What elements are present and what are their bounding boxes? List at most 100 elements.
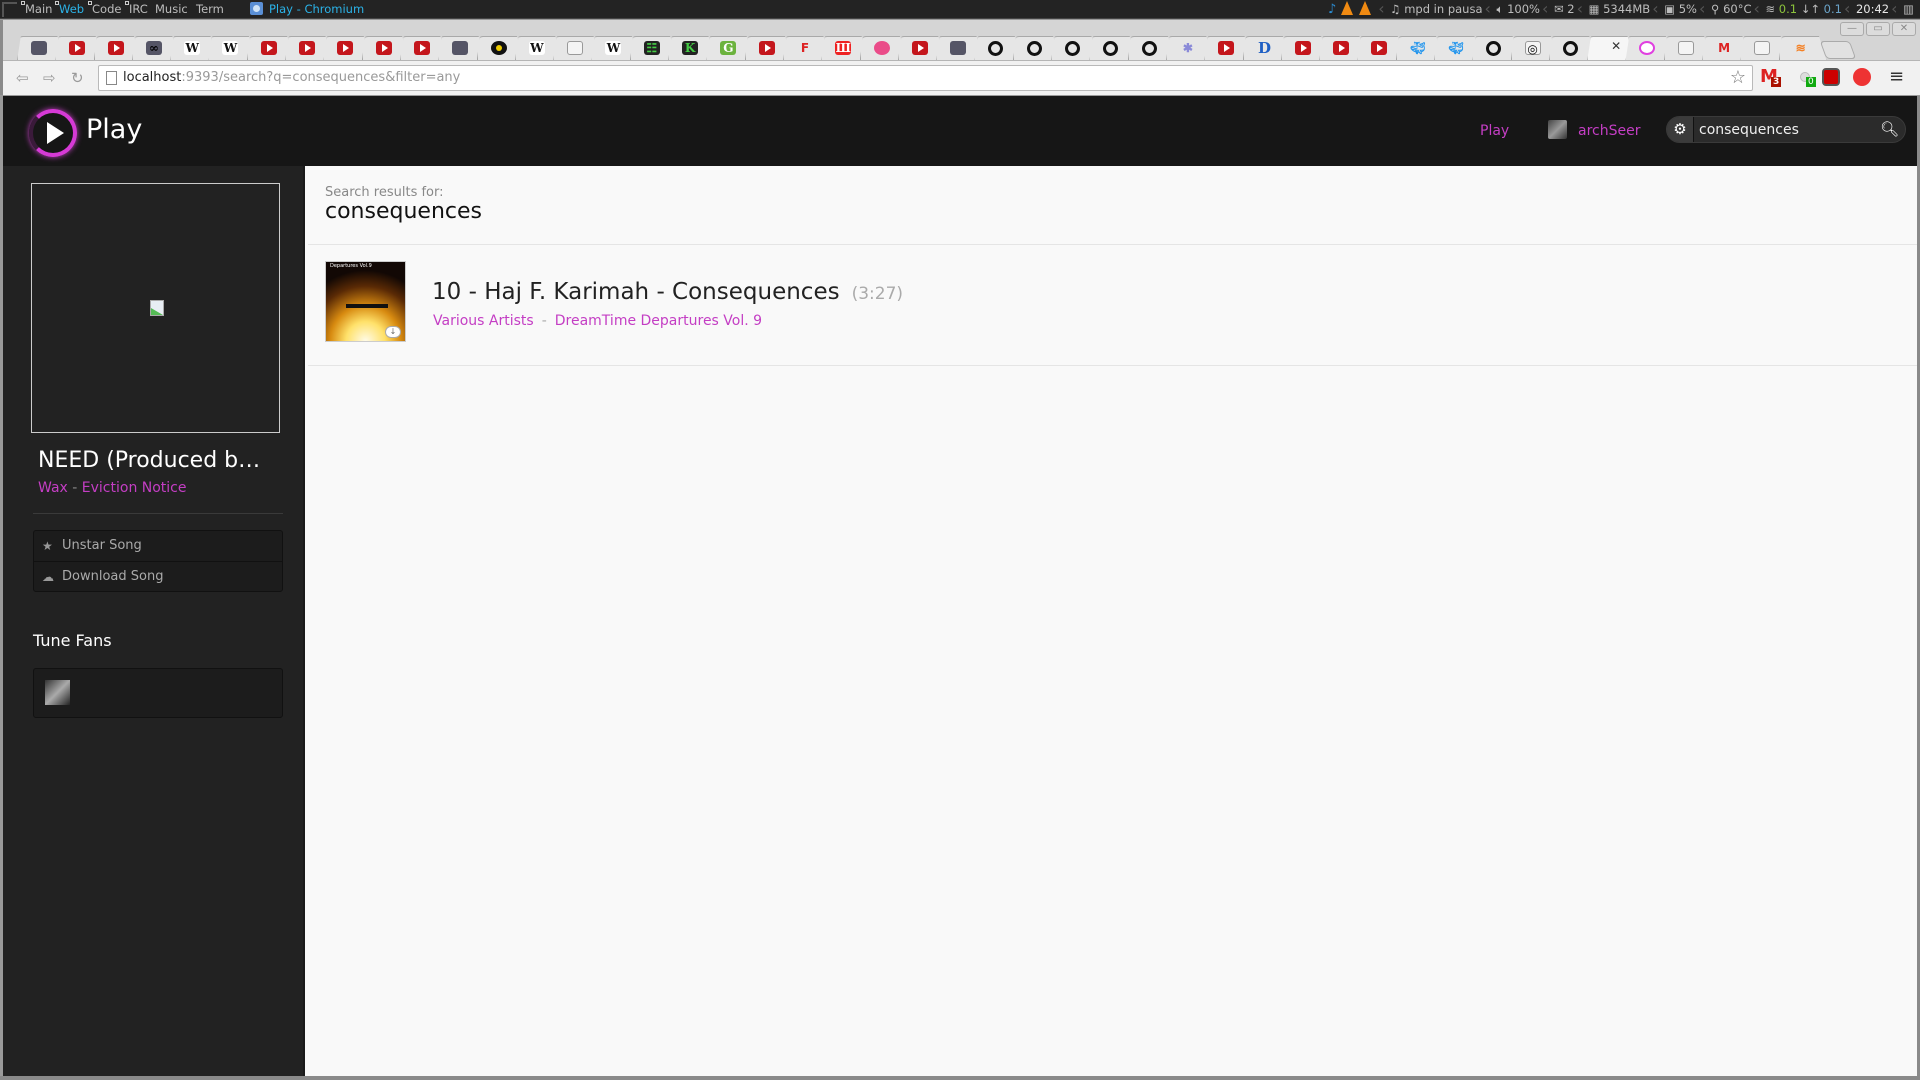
medal-extension[interactable]: 0 <box>1798 68 1820 88</box>
workspace-main[interactable]: Main <box>21 0 52 19</box>
browser-tab[interactable] <box>1281 36 1319 60</box>
browser-tab[interactable] <box>285 36 323 60</box>
browser-tab[interactable] <box>55 36 93 60</box>
photo-favicon <box>950 41 967 55</box>
bookmark-star-icon[interactable]: ☆ <box>1730 66 1746 90</box>
album-cover-thumbnail[interactable]: Departures Vol.9 ↓ <box>325 261 406 342</box>
song-title[interactable]: 10 - Haj F. Karimah - Consequences (3:27) <box>432 279 903 305</box>
layout-icon[interactable]: ▥ <box>1891 0 1920 19</box>
address-bar[interactable]: localhost:9393/search?q=consequences&fil… <box>98 65 1753 91</box>
minimize-button[interactable]: — <box>1840 22 1864 36</box>
mpd-status[interactable]: ♫ mpd in pausa <box>1378 0 1488 19</box>
browser-tab[interactable] <box>247 36 285 60</box>
browser-tab[interactable]: ☷ <box>630 36 668 60</box>
search-input[interactable] <box>1699 120 1869 139</box>
browser-tab[interactable] <box>745 36 783 60</box>
workspace-irc[interactable]: IRC <box>125 0 148 19</box>
search-icon[interactable]: 🔍︎ <box>1880 120 1899 138</box>
browser-tab[interactable] <box>17 36 55 60</box>
browser-tab[interactable] <box>477 36 515 60</box>
mail-status[interactable]: ✉ 2 <box>1542 0 1581 19</box>
browser-tab[interactable] <box>898 36 936 60</box>
browser-tab[interactable]: ∞ <box>132 36 170 60</box>
search-filter-gear-icon[interactable]: ⚙ <box>1667 117 1694 142</box>
browser-tab[interactable] <box>1013 36 1051 60</box>
workspace-web[interactable]: Web <box>55 0 84 19</box>
download-song-button[interactable]: ☁ Download Song <box>34 561 282 591</box>
adblock-extension-icon[interactable] <box>1822 68 1840 86</box>
song-result-row[interactable]: Departures Vol.9 ↓ 10 - Haj F. Karimah -… <box>308 245 1917 365</box>
browser-tab[interactable] <box>1664 36 1702 60</box>
browser-tab[interactable]: ✱ <box>1166 36 1204 60</box>
volume-status[interactable]: 🔈︎ 100% <box>1484 0 1546 19</box>
browser-tab[interactable] <box>1472 36 1510 60</box>
artist-link[interactable]: Various Artists <box>433 313 534 329</box>
stop-hand-extension-icon[interactable] <box>1853 68 1871 86</box>
browser-tab[interactable]: ≋ <box>1779 36 1817 60</box>
browser-tab[interactable]: D <box>1243 36 1281 60</box>
browser-tab[interactable] <box>1549 36 1587 60</box>
chromium-icon <box>250 2 263 15</box>
browser-tab[interactable]: F <box>783 36 821 60</box>
gmail-checker-extension[interactable]: M3 <box>1760 68 1782 88</box>
nav-play-link[interactable]: Play <box>1480 123 1509 139</box>
browser-tab[interactable] <box>94 36 132 60</box>
browser-tab[interactable] <box>1357 36 1395 60</box>
play-app: Play Play archSeer ⚙ 🔍︎ NEED (Produced b… <box>3 96 1917 1076</box>
browser-menu-icon[interactable]: ≡ <box>1889 68 1911 88</box>
browser-tab[interactable]: 🐳︎ <box>1396 36 1434 60</box>
browser-tab[interactable]: G <box>706 36 744 60</box>
browser-tab[interactable] <box>1128 36 1166 60</box>
reload-button[interactable]: ↻ <box>71 69 84 87</box>
close-tab-icon[interactable]: ✕ <box>1611 39 1621 53</box>
unstar-song-button[interactable]: ★ Unstar Song <box>34 531 282 561</box>
browser-tab[interactable] <box>936 36 974 60</box>
browser-tab[interactable] <box>1051 36 1089 60</box>
maximize-button[interactable]: ▭ <box>1866 22 1890 36</box>
fan-avatar[interactable] <box>45 680 70 705</box>
now-playing-album-link[interactable]: Eviction Notice <box>82 480 187 496</box>
browser-tab[interactable] <box>1089 36 1127 60</box>
workspace-term[interactable]: Term <box>196 0 224 19</box>
back-button[interactable]: ⇦ <box>16 69 29 87</box>
user-profile-link[interactable]: archSeer <box>1578 123 1640 139</box>
browser-tab[interactable]: M <box>1702 36 1740 60</box>
music-note-tray-icon[interactable]: ♪ <box>1328 0 1336 19</box>
browser-tab[interactable] <box>974 36 1012 60</box>
browser-tab[interactable]: W <box>170 36 208 60</box>
youtube-icon <box>1333 41 1350 55</box>
launcher-icon[interactable] <box>2 2 17 17</box>
browser-tab[interactable] <box>400 36 438 60</box>
play-logo-icon[interactable] <box>29 109 77 157</box>
browser-tab[interactable]: ✕ <box>1587 36 1625 60</box>
browser-tab[interactable] <box>438 36 476 60</box>
browser-tab[interactable] <box>860 36 898 60</box>
browser-tab[interactable]: W <box>591 36 629 60</box>
vlc-icon[interactable] <box>1359 1 1372 15</box>
forward-button[interactable]: ⇨ <box>43 69 56 87</box>
browser-tab[interactable]: W <box>515 36 553 60</box>
browser-tab[interactable] <box>323 36 361 60</box>
browser-tab[interactable] <box>1740 36 1778 60</box>
browser-tab[interactable]: K <box>668 36 706 60</box>
cloud-download-icon[interactable]: ↓ <box>385 326 401 338</box>
browser-tab[interactable]: 🐳︎ <box>1434 36 1472 60</box>
clock[interactable]: 20:42 <box>1844 0 1895 19</box>
vlc-icon[interactable] <box>1341 1 1354 15</box>
now-playing-artist-link[interactable]: Wax <box>38 480 68 496</box>
new-tab-button[interactable] <box>1819 41 1857 59</box>
album-link[interactable]: DreamTime Departures Vol. 9 <box>555 313 762 329</box>
browser-tab[interactable] <box>553 36 591 60</box>
workspace-code[interactable]: Code <box>88 0 121 19</box>
browser-tab[interactable]: ◎ <box>1511 36 1549 60</box>
browser-tab[interactable]: Ш <box>821 36 859 60</box>
browser-tab[interactable] <box>1204 36 1242 60</box>
workspace-music[interactable]: Music <box>155 0 188 19</box>
user-avatar[interactable] <box>1548 120 1567 139</box>
browser-tab[interactable] <box>1319 36 1357 60</box>
browser-tab[interactable] <box>362 36 400 60</box>
browser-tab[interactable] <box>1625 36 1663 60</box>
brand-name[interactable]: Play <box>86 114 142 145</box>
browser-tab[interactable]: W <box>208 36 246 60</box>
close-window-button[interactable]: ✕ <box>1892 22 1916 36</box>
